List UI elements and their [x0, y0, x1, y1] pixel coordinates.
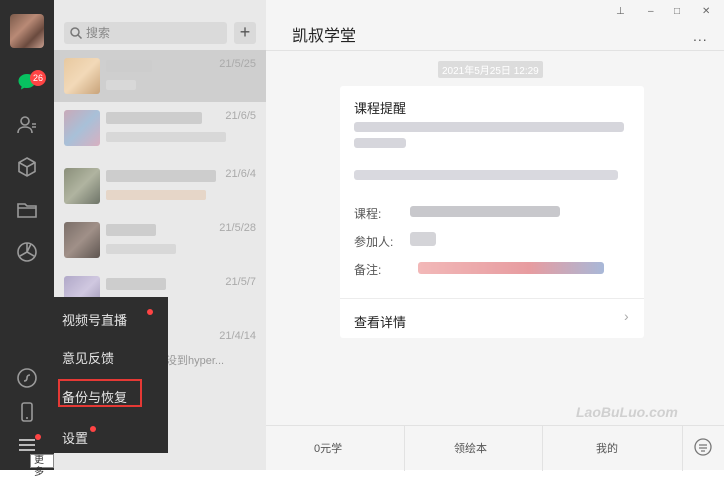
menu-item-live-video[interactable]: 视频号直播 — [62, 310, 127, 329]
bottom-divider — [682, 426, 683, 471]
phone-icon[interactable] — [15, 400, 39, 424]
course-label: 课程: — [354, 207, 382, 221]
chat-item[interactable]: 21/5/28 — [54, 214, 266, 266]
chat-item[interactable]: 21/5/25 — [54, 50, 266, 102]
chat-name-blurred — [106, 224, 156, 236]
header-divider — [266, 50, 724, 51]
view-details-link[interactable]: 查看详情 — [354, 312, 406, 331]
bottom-menu-free-learning[interactable]: 0元学 — [314, 440, 342, 456]
chat-msg-blurred — [106, 190, 206, 200]
participant-value-blurred — [410, 232, 436, 246]
bottom-menu-bar: 0元学 领绘本 我的 — [266, 425, 724, 471]
card-blurred-line — [354, 122, 624, 132]
chat-date: 21/5/25 — [219, 58, 256, 70]
chat-avatar — [64, 110, 100, 146]
bottom-divider — [404, 426, 405, 471]
bottom-menu-mine[interactable]: 我的 — [596, 440, 618, 456]
wechat-window: 26 更多 搜索 + 21/5/25 21/6/5 21/6/4 21/5/28… — [0, 0, 724, 478]
add-chat-button[interactable]: + — [234, 22, 256, 44]
more-tooltip: 更多 — [30, 454, 54, 478]
message-timestamp: 2021年5月25日 12:29 — [438, 61, 543, 78]
chat-date: 21/6/5 — [225, 110, 256, 122]
search-input[interactable]: 搜索 — [64, 22, 227, 44]
note-value-blurred — [418, 262, 604, 274]
chat-avatar — [64, 58, 100, 94]
minimize-icon[interactable]: – — [648, 6, 654, 17]
participant-label: 参加人: — [354, 235, 394, 249]
chat-name-blurred — [106, 170, 216, 182]
chat-item[interactable]: 21/6/5 — [54, 102, 266, 154]
chat-name-blurred — [106, 278, 166, 290]
mini-program-icon[interactable] — [15, 366, 39, 390]
chat-title: 凯叔学堂 — [292, 28, 357, 45]
chat-msg-blurred — [106, 132, 226, 142]
icon-rail: 26 更多 — [0, 0, 54, 478]
note-label: 备注: — [354, 263, 382, 277]
close-icon[interactable]: ✕ — [702, 6, 710, 17]
chat-last-message: 没到hyper... — [166, 355, 225, 367]
chat-item[interactable]: 21/6/4 — [54, 160, 266, 212]
chevron-right-icon: › — [624, 308, 629, 324]
course-value-blurred — [410, 206, 560, 217]
pin-icon[interactable]: ⊥ — [616, 6, 625, 17]
menu-red-dot — [35, 434, 41, 440]
favorites-icon[interactable] — [15, 155, 39, 179]
card-title: 课程提醒 — [354, 101, 407, 116]
chat-date: 21/6/4 — [225, 168, 256, 180]
search-icon — [69, 26, 83, 40]
contacts-icon[interactable] — [15, 113, 39, 137]
files-icon[interactable] — [15, 198, 39, 222]
chat-date: 21/4/14 — [219, 330, 256, 342]
keyboard-toggle-icon[interactable] — [694, 438, 712, 456]
bottom-menu-picture-book[interactable]: 领绘本 — [454, 440, 487, 456]
maximize-icon[interactable]: □ — [674, 6, 680, 17]
highlight-box — [58, 379, 142, 407]
chat-date: 21/5/28 — [219, 222, 256, 234]
chat-name-blurred — [106, 112, 202, 124]
chat-msg-blurred — [106, 244, 176, 254]
menu-item-settings[interactable]: 设置 — [62, 428, 88, 447]
more-options-icon[interactable]: ... — [693, 28, 708, 44]
chat-avatar — [64, 168, 100, 204]
unread-badge: 26 — [30, 70, 47, 86]
card-blurred-line — [354, 170, 618, 180]
chat-name-blurred — [106, 60, 152, 72]
chat-date: 21/5/7 — [225, 276, 256, 288]
menu-item-feedback[interactable]: 意见反馈 — [62, 348, 114, 367]
card-divider — [340, 298, 644, 299]
course-reminder-card[interactable]: 课程提醒 课程: 参加人: 备注: 查看详情 › — [340, 86, 644, 338]
bottom-divider — [542, 426, 543, 471]
search-placeholder: 搜索 — [86, 26, 111, 40]
more-menu: 视频号直播 意见反馈 备份与恢复 设置 — [54, 297, 168, 453]
live-video-red-dot — [147, 309, 153, 315]
card-blurred-line — [354, 138, 406, 148]
settings-red-dot — [90, 426, 96, 432]
moments-icon[interactable] — [15, 240, 39, 264]
chat-main-panel: ⊥ – □ ✕ 凯叔学堂 ... 2021年5月25日 12:29 课程提醒 课… — [266, 0, 724, 471]
chat-avatar — [64, 222, 100, 258]
avatar[interactable] — [10, 14, 44, 48]
watermark: LaoBuLuo.com — [576, 404, 678, 420]
chat-msg-blurred — [106, 80, 136, 90]
